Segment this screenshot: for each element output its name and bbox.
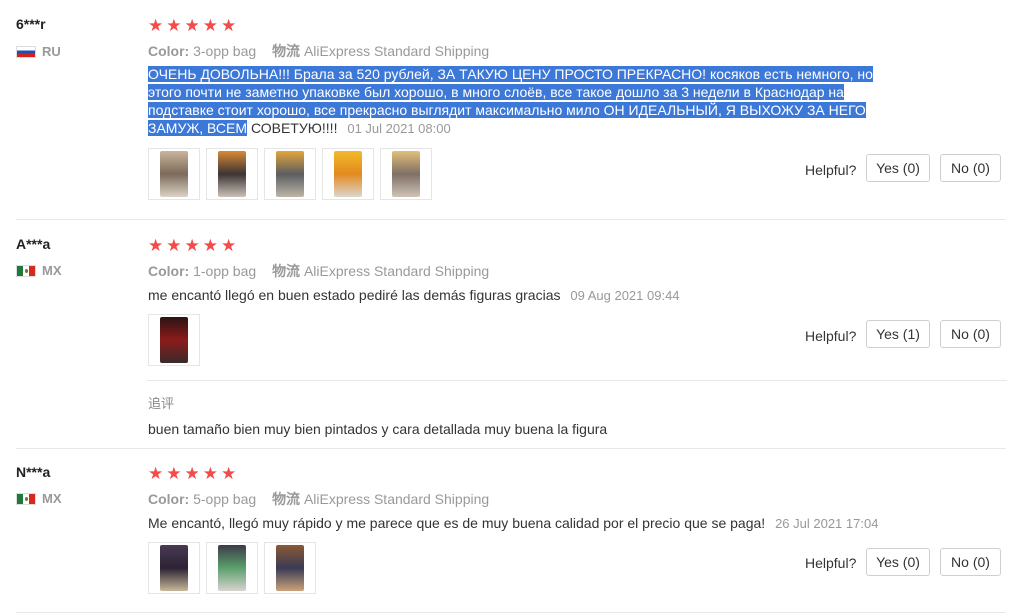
mexico-flag-icon (16, 264, 36, 277)
helpful-label: Helpful? (805, 328, 857, 344)
star-icon: ★ (221, 16, 237, 35)
color-value: 5-opp bag (193, 491, 257, 507)
shipping-label: 物流 (272, 43, 301, 59)
review-photos (148, 314, 200, 366)
review-meta: Color: 5-opp bag 物流 AliExpress Standard … (148, 489, 489, 509)
review-divider (16, 612, 1006, 613)
reviewer-name: A***a (16, 236, 51, 252)
followup-divider (147, 380, 1007, 381)
helpful-label: Helpful? (805, 555, 857, 571)
helpful-yes-button[interactable]: Yes (0) (866, 548, 930, 576)
color-value: 3-opp bag (193, 43, 257, 59)
star-icon: ★ (166, 236, 182, 255)
star-icon: ★ (166, 464, 182, 483)
star-icon: ★ (148, 236, 164, 255)
color-value: 1-opp bag (193, 263, 257, 279)
shipping-label: 物流 (272, 263, 301, 279)
color-label: Color: (148, 263, 190, 279)
color-label: Color: (148, 43, 190, 59)
reviewer-name: N***a (16, 464, 51, 480)
followup-label: 追评 (148, 396, 175, 411)
russia-flag-icon (16, 45, 36, 58)
country-code: RU (42, 44, 61, 59)
review-photo[interactable] (264, 148, 316, 200)
review-meta: Color: 3-opp bag 物流 AliExpress Standard … (148, 41, 489, 61)
review-photos (148, 148, 432, 200)
helpful-yes-button[interactable]: Yes (0) (866, 154, 930, 182)
star-icon: ★ (148, 464, 164, 483)
star-icon: ★ (148, 16, 164, 35)
review-text: me encantó llegó en buen estado pediré l… (148, 286, 908, 305)
review-date: 01 Jul 2021 08:00 (347, 121, 451, 136)
review-text-body: me encantó llegó en buen estado pediré l… (148, 287, 561, 303)
star-icon: ★ (166, 16, 182, 35)
reviewer-name: 6***r (16, 16, 46, 32)
reviewer-country: MX (16, 491, 62, 506)
followup-text: buen tamaño bien muy bien pintados y car… (148, 421, 608, 437)
star-rating: ★ ★ ★ ★ ★ (148, 237, 236, 254)
review-text-rest: СОВЕТУЮ!!!! (250, 120, 338, 136)
star-icon: ★ (221, 236, 237, 255)
review-text: Me encantó, llegó muy rápido y me parece… (148, 514, 928, 533)
country-code: MX (42, 263, 62, 278)
review-photo[interactable] (206, 148, 258, 200)
helpful-no-button[interactable]: No (0) (940, 320, 1001, 348)
review-photo[interactable] (322, 148, 374, 200)
shipping-label: 物流 (272, 491, 301, 507)
color-label: Color: (148, 491, 190, 507)
review-photo[interactable] (380, 148, 432, 200)
review-photo[interactable] (148, 314, 200, 366)
star-icon: ★ (221, 464, 237, 483)
star-icon: ★ (202, 236, 218, 255)
review-photo[interactable] (148, 542, 200, 594)
shipping-value: AliExpress Standard Shipping (303, 263, 490, 279)
star-rating: ★ ★ ★ ★ ★ (148, 465, 236, 482)
star-icon: ★ (184, 236, 200, 255)
reviewer-country: RU (16, 44, 61, 59)
star-icon: ★ (184, 464, 200, 483)
shipping-value: AliExpress Standard Shipping (303, 491, 490, 507)
review-text: ОЧЕНЬ ДОВОЛЬНА!!! Брала за 520 рублей, З… (148, 65, 908, 138)
helpful-yes-button[interactable]: Yes (1) (866, 320, 930, 348)
mexico-flag-icon (16, 492, 36, 505)
review-photo[interactable] (206, 542, 258, 594)
review-text-body: Me encantó, llegó muy rápido y me parece… (148, 515, 766, 531)
reviews-list: 6***r RU ★ ★ ★ ★ ★ Color: 3-opp bag 物流 A… (0, 0, 1032, 615)
review-divider (16, 448, 1006, 449)
star-icon: ★ (202, 16, 218, 35)
review-date: 26 Jul 2021 17:04 (775, 516, 879, 531)
review-photos (148, 542, 316, 594)
shipping-value: AliExpress Standard Shipping (303, 43, 490, 59)
helpful-no-button[interactable]: No (0) (940, 154, 1001, 182)
review-divider (16, 219, 1006, 220)
helpful-no-button[interactable]: No (0) (940, 548, 1001, 576)
reviewer-country: MX (16, 263, 62, 278)
review-photo[interactable] (148, 148, 200, 200)
review-date: 09 Aug 2021 09:44 (570, 288, 680, 303)
star-icon: ★ (202, 464, 218, 483)
helpful-label: Helpful? (805, 162, 857, 178)
star-rating: ★ ★ ★ ★ ★ (148, 17, 236, 34)
country-code: MX (42, 491, 62, 506)
star-icon: ★ (184, 16, 200, 35)
review-photo[interactable] (264, 542, 316, 594)
review-meta: Color: 1-opp bag 物流 AliExpress Standard … (148, 261, 489, 281)
